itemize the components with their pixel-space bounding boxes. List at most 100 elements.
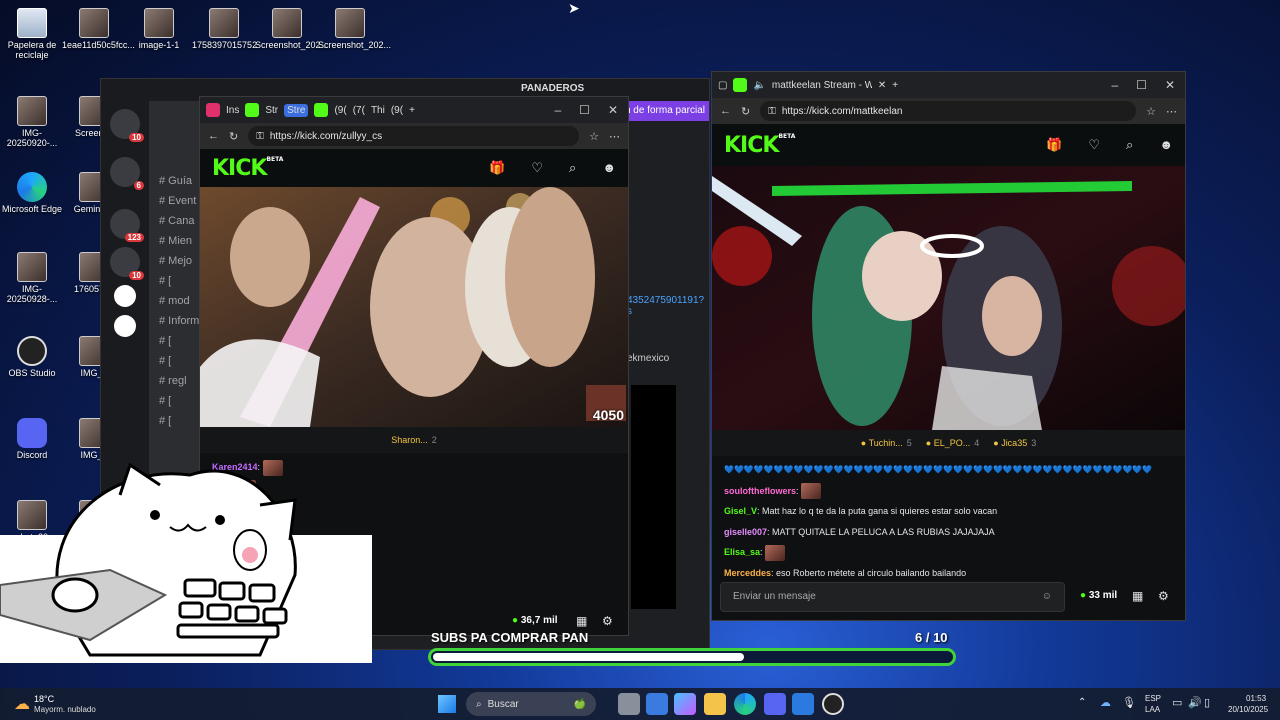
close-icon[interactable]: ✕ [608,103,618,117]
desktop-icon[interactable]: Screenshot_202... [318,8,391,51]
gifter[interactable]: ● Jica35 3 [993,438,1036,448]
gift-icon[interactable]: 🎁 [489,160,505,176]
desktop-icon[interactable]: Papelera de reciclaje [0,8,64,61]
site-info-icon[interactable]: ⚿ [768,106,776,117]
add-server-icon[interactable] [114,285,136,307]
discord-message-link[interactable]: 4352475901191?s [627,295,709,317]
clock-date[interactable]: 20/10/2025 [1228,705,1268,714]
weather-desc[interactable]: Mayorm. nublado [34,705,96,714]
tab-title[interactable]: Thi [371,105,385,116]
gifter[interactable]: ● EL_PO... 4 [926,438,979,448]
task-view-icon[interactable] [618,693,640,715]
desktop-icon[interactable]: Screenshot_202... [255,8,328,51]
discord-server-icon[interactable]: 10 [110,109,144,142]
weather-temp[interactable]: 18°C [34,694,54,704]
settings-icon[interactable]: ⚙ [1158,589,1169,603]
tray-chevron-icon[interactable]: ⌃ [1078,697,1086,708]
obs-taskbar-icon[interactable] [822,693,844,715]
desktop-icon[interactable]: IMG-20250920-... [0,96,64,149]
volume-icon[interactable]: 🔊 [1188,696,1202,709]
favorites-icon[interactable]: ☆ [1146,105,1156,118]
edge-taskbar-icon[interactable] [734,693,756,715]
tab-title[interactable]: (9( [334,105,346,116]
minimize-icon[interactable]: – [1111,78,1118,92]
settings-icon[interactable]: ⚙ [602,614,613,628]
desktop-icon[interactable]: Microsoft Edge [0,172,64,215]
kick-logo[interactable]: KICKBETA [724,133,795,158]
discord-taskbar-icon[interactable] [764,693,786,715]
url-field[interactable]: ⚿ https://kick.com/zullyy_cs [248,126,580,146]
back-icon[interactable]: ← [208,130,219,142]
network-icon[interactable]: ▭ [1172,696,1182,709]
search-icon[interactable]: ⌕ [1126,137,1133,153]
file-explorer-icon[interactable] [704,693,726,715]
avatar[interactable]: ☻ [1159,137,1173,153]
desktop-icon[interactable]: OBS Studio [0,336,64,379]
tab-title[interactable]: Stre [284,103,309,117]
refresh-icon[interactable]: ↻ [741,105,750,118]
tab-title[interactable]: (9( [391,105,403,116]
chat-input[interactable]: Enviar un mensaje ☺ [720,582,1065,612]
heart-icon[interactable]: ♡ [531,160,543,176]
desktop-icon[interactable]: IMG-20250928-... [0,252,64,305]
kick-tab-icon[interactable] [314,103,329,117]
more-icon[interactable]: ⋯ [1166,105,1177,118]
store-icon[interactable]: ▦ [1132,589,1143,603]
chat-username[interactable]: souloftheflowers [724,486,796,496]
kick-logo[interactable]: KICKBETA [212,156,283,181]
close-icon[interactable]: ✕ [1165,78,1175,92]
start-button[interactable] [438,695,456,713]
tab-title[interactable]: Ins [226,105,239,116]
right-browser-window[interactable]: ▢ 🔈 mattkeelan Stream - Watch ✕ + – ☐ ✕ ← … [711,71,1186,621]
discord-server-icon[interactable]: 10 [110,247,144,280]
desktop-icon[interactable]: 1758397015752 [192,8,257,51]
kick-tab-icon[interactable] [245,103,260,117]
store-icon[interactable]: ▦ [576,614,587,628]
gift-icon[interactable]: 🎁 [1046,137,1062,153]
taskbar-search[interactable]: ⌕ Buscar 🍏 [466,692,596,716]
chat-username[interactable]: giselle007 [724,527,767,537]
desktop-icon[interactable]: 1eae11d50c5fcc... [62,8,135,51]
app-taskbar-icon[interactable] [792,693,814,715]
emoji-icon[interactable]: ☺ [1042,591,1052,602]
discord-server-icon[interactable]: 123 [110,209,144,242]
audio-icon[interactable]: 🔈 [753,80,765,91]
desktop-icon[interactable]: image-1-1 [127,8,191,51]
store-app-icon[interactable] [646,693,668,715]
stream-video[interactable]: 4050 [200,187,628,427]
kick-tab-icon[interactable] [733,78,748,92]
copilot-icon[interactable] [674,693,696,715]
discord-server-icon[interactable]: 6 [110,157,144,190]
lang-bottom[interactable]: LAA [1145,705,1160,714]
favorites-icon[interactable]: ☆ [589,130,599,143]
url-field[interactable]: ⚿ https://kick.com/mattkeelan [760,101,1137,121]
chat-username[interactable]: Merceddes [724,568,771,578]
onedrive-icon[interactable]: ☁ [1100,696,1111,709]
tab-title[interactable]: Str [265,105,278,116]
clock-time[interactable]: 01:53 [1246,694,1266,703]
search-icon[interactable]: ⌕ [569,160,576,176]
weather-icon[interactable]: ☁ [14,694,30,714]
more-icon[interactable]: ⋯ [609,130,620,143]
active-tab-title[interactable]: mattkeelan Stream - Watch [772,80,872,91]
mic-icon[interactable]: 🎙 [1122,696,1136,709]
refresh-icon[interactable]: ↻ [229,130,238,143]
gifter[interactable]: ● Tuchin... 5 [861,438,912,448]
chat-username[interactable]: Gisel_V [724,506,757,516]
battery-icon[interactable]: ▯ [1204,696,1210,709]
new-tab-icon[interactable]: + [892,80,898,91]
chat-username[interactable]: Elisa_sa [724,547,760,557]
instagram-tab-icon[interactable] [206,103,220,117]
back-icon[interactable]: ← [720,105,731,117]
heart-icon[interactable]: ♡ [1088,137,1100,153]
minimize-icon[interactable]: – [554,103,561,117]
site-info-icon[interactable]: ⚿ [256,131,264,142]
maximize-icon[interactable]: ☐ [1136,78,1147,92]
stream-video[interactable] [712,166,1185,430]
tab-title[interactable]: (7( [353,105,365,116]
new-tab-icon[interactable]: + [409,105,415,116]
lang-top[interactable]: ESP [1145,694,1161,703]
tab-actions-icon[interactable]: ▢ [718,80,727,91]
avatar[interactable]: ☻ [602,160,616,176]
close-tab-icon[interactable]: ✕ [878,80,886,91]
